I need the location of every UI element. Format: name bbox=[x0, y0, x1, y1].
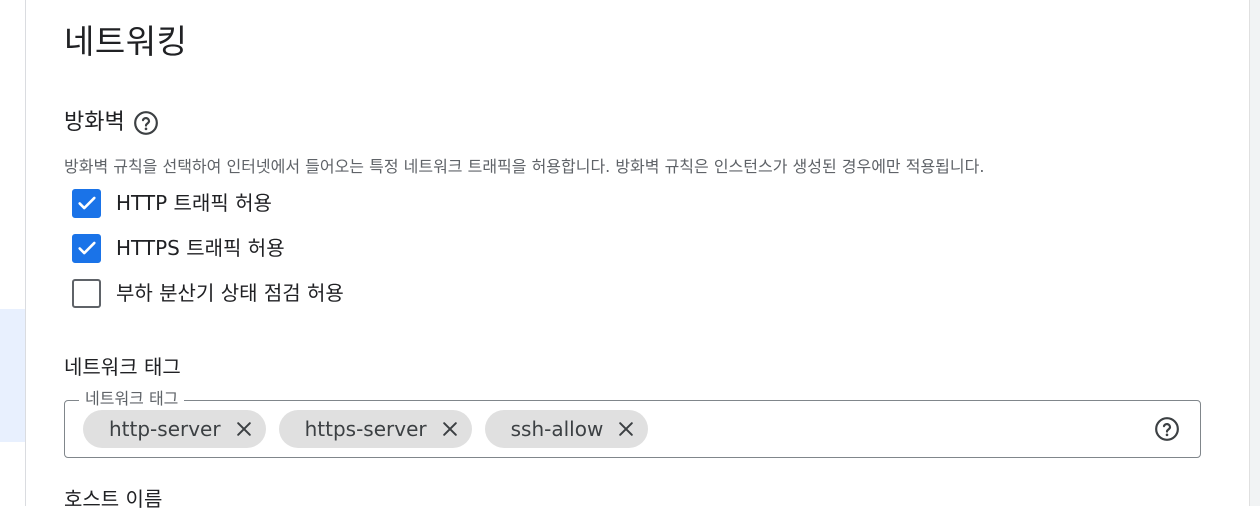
close-icon[interactable] bbox=[437, 416, 463, 442]
page-title: 네트워킹 bbox=[64, 22, 188, 61]
checkbox-allow-https[interactable]: HTTPS 트래픽 허용 bbox=[72, 233, 285, 263]
checkbox-unchecked-icon[interactable] bbox=[72, 278, 101, 308]
scrollbar[interactable] bbox=[1249, 0, 1260, 506]
firewall-description: 방화벽 규칙을 선택하여 인터넷에서 들어오는 특정 네트워크 트래픽을 허용합… bbox=[64, 157, 985, 176]
checkbox-checked-icon[interactable] bbox=[72, 233, 101, 263]
firewall-heading-text: 방화벽 bbox=[64, 110, 125, 135]
network-tags-input[interactable]: 네트워크 태그 http-server https-server ssh-all… bbox=[64, 388, 1201, 458]
close-icon[interactable] bbox=[613, 416, 639, 442]
tag-chip: ssh-allow bbox=[484, 410, 649, 448]
firewall-heading: 방화벽 bbox=[64, 106, 159, 140]
checkbox-allow-lb-health-check[interactable]: 부하 분산기 상태 점검 허용 bbox=[72, 278, 344, 308]
checkbox-label: HTTPS 트래픽 허용 bbox=[116, 236, 285, 260]
network-tags-field-label: 네트워크 태그 bbox=[79, 388, 185, 410]
tag-chip-list: http-server https-server ssh-allow bbox=[83, 410, 649, 448]
checkbox-label: HTTP 트래픽 허용 bbox=[116, 191, 272, 215]
checkbox-label: 부하 분산기 상태 점검 허용 bbox=[116, 281, 344, 305]
network-tags-heading: 네트워크 태그 bbox=[64, 355, 181, 379]
tag-chip-label: https-server bbox=[304, 417, 427, 441]
tag-chip: https-server bbox=[278, 410, 472, 448]
help-icon[interactable] bbox=[133, 110, 159, 136]
help-icon[interactable] bbox=[1154, 416, 1180, 442]
tag-chip: http-server bbox=[83, 410, 266, 448]
tag-chip-label: ssh-allow bbox=[510, 417, 604, 441]
left-nav-selected-indicator bbox=[0, 309, 25, 442]
hostname-heading: 호스트 이름 bbox=[64, 487, 163, 511]
checkbox-allow-http[interactable]: HTTP 트래픽 허용 bbox=[72, 188, 272, 218]
tag-chip-label: http-server bbox=[109, 417, 221, 441]
checkbox-checked-icon[interactable] bbox=[72, 188, 101, 218]
close-icon[interactable] bbox=[231, 416, 257, 442]
